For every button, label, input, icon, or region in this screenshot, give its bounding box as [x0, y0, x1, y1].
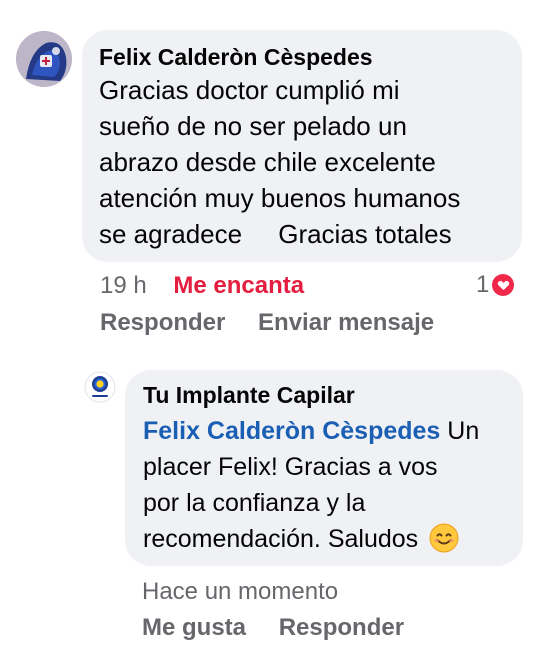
heart-icon [492, 274, 515, 296]
comment-author[interactable]: Felix Calderòn Cèspedes [99, 42, 504, 72]
comment-actions-row: Responder Enviar mensaje [100, 308, 434, 338]
reply-line: recomendación. Saludos [143, 521, 505, 557]
reply-bubble: Tu Implante Capilar Felix Calderòn Cèspe… [125, 370, 523, 566]
comment-bubble: Felix Calderòn Cèspedes Gracias doctor c… [82, 30, 522, 262]
reply-author[interactable]: Tu Implante Capilar [143, 380, 505, 410]
reply-timestamp-row: Hace un momento [142, 577, 338, 607]
smiling-face-icon [429, 523, 459, 553]
comment-timestamp[interactable]: 19 h [100, 272, 147, 299]
reply-line: Felix Calderòn Cèspedes Un [143, 413, 505, 449]
comment-line: abrazo desde chile excelente [99, 147, 436, 177]
reply-line: por la confianza y la [143, 489, 366, 517]
reply-line: placer Felix! Gracias a vos [143, 453, 438, 481]
reaction-count[interactable]: 1 [476, 270, 515, 300]
comment-meta-row: 19 h Me encanta [100, 271, 304, 301]
comment-line: atención muy buenos humanos [99, 183, 461, 213]
reaction-count-number: 1 [476, 271, 490, 298]
like-button[interactable]: Me gusta [142, 614, 246, 641]
mention-link[interactable]: Felix Calderòn Cèspedes [143, 417, 440, 445]
send-message-button[interactable]: Enviar mensaje [258, 309, 434, 336]
reply-avatar[interactable] [84, 371, 116, 403]
reply-button[interactable]: Responder [279, 614, 404, 641]
comment-line: sueño de no ser pelado un [99, 111, 407, 141]
comment-avatar[interactable] [16, 31, 72, 87]
reply-button[interactable]: Responder [100, 309, 225, 336]
love-reaction-button[interactable]: Me encanta [173, 272, 304, 299]
profile-photo-icon [16, 31, 72, 87]
reply-actions-row: Me gusta Responder [142, 613, 404, 643]
reply-timestamp[interactable]: Hace un momento [142, 578, 338, 605]
page-logo-icon [84, 371, 116, 403]
reply-text: recomendación. Saludos [143, 525, 426, 553]
reply-text: Un [440, 417, 480, 445]
comment-line: se agradece Gracias totales [99, 219, 452, 249]
comment-line: Gracias doctor cumplió mi [99, 75, 400, 105]
